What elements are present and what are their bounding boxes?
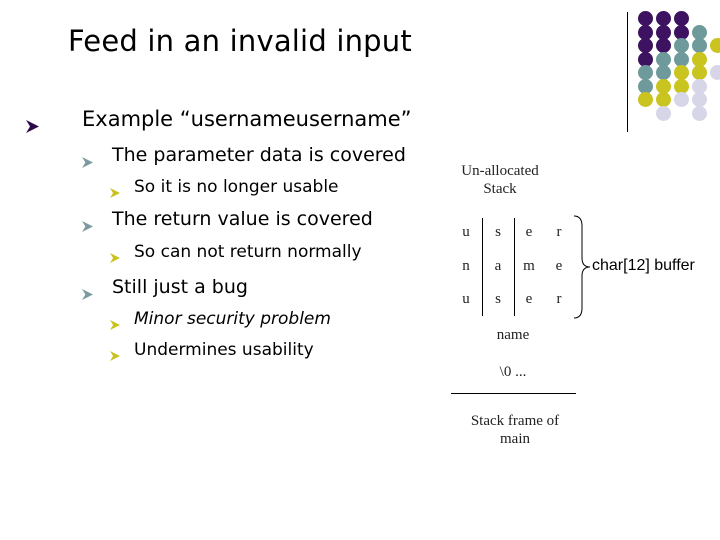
cell-divider [482,218,483,316]
decorative-dot [638,38,653,53]
unallocated-stack-label: Un-allocated Stack [440,162,560,198]
decorative-dot [656,92,671,107]
buffer-char: u [462,224,470,240]
variable-name-label: name [496,327,530,343]
buffer-char: n [462,258,470,274]
frame-separator [451,393,576,394]
bullet-text: The return value is covered [112,208,373,230]
buffer-char: e [555,258,563,274]
bullet-text: The parameter data is covered [112,144,406,166]
buffer-char: e [525,224,533,240]
null-terminator-label: \0 ... [499,364,527,380]
label-line: main [500,431,530,447]
decorative-dot [692,106,707,121]
decorative-dot [710,38,720,53]
buffer-char: r [556,224,562,240]
bullet-text: Undermines usability [134,340,314,360]
decorative-dot [638,65,653,80]
decorative-dot [638,92,653,107]
label-line: Un-allocated [461,163,539,179]
decorative-dot [656,11,671,26]
decorative-dot [674,92,689,107]
buffer-char: s [495,224,501,240]
buffer-label: char[12] buffer [592,257,695,274]
main-stack-frame-label: Stack frame of main [445,412,585,448]
decorative-dot [710,65,720,80]
decorative-dot [656,65,671,80]
decorative-dot [656,38,671,53]
buffer-char: s [495,291,501,307]
buffer-char: a [494,258,502,274]
buffer-char: u [462,291,470,307]
decorative-dot [674,65,689,80]
bullet-text: So it is no longer usable [134,177,339,197]
bullet-text: Still just a bug [112,276,248,298]
decorative-vertical-rule [627,12,628,132]
decorative-dot [674,11,689,26]
buffer-char: e [525,291,533,307]
decorative-dot [638,11,653,26]
decorative-dot [692,92,707,107]
curly-brace-icon [573,215,591,319]
slide-title: Feed in an invalid input [68,24,412,58]
bullet-text: So can not return normally [134,242,362,262]
bullet-text: Minor security problem [134,309,331,329]
buffer-char: r [556,291,562,307]
label-line: Stack frame of [470,413,560,429]
buffer-char: m [523,258,535,274]
decorative-dot [692,65,707,80]
decorative-dot [656,106,671,121]
decorative-dot [674,38,689,53]
bullet-text: Example “usernameusername” [82,107,412,131]
cell-divider [514,218,515,316]
label-line: Stack [483,181,517,197]
decorative-dot [692,38,707,53]
